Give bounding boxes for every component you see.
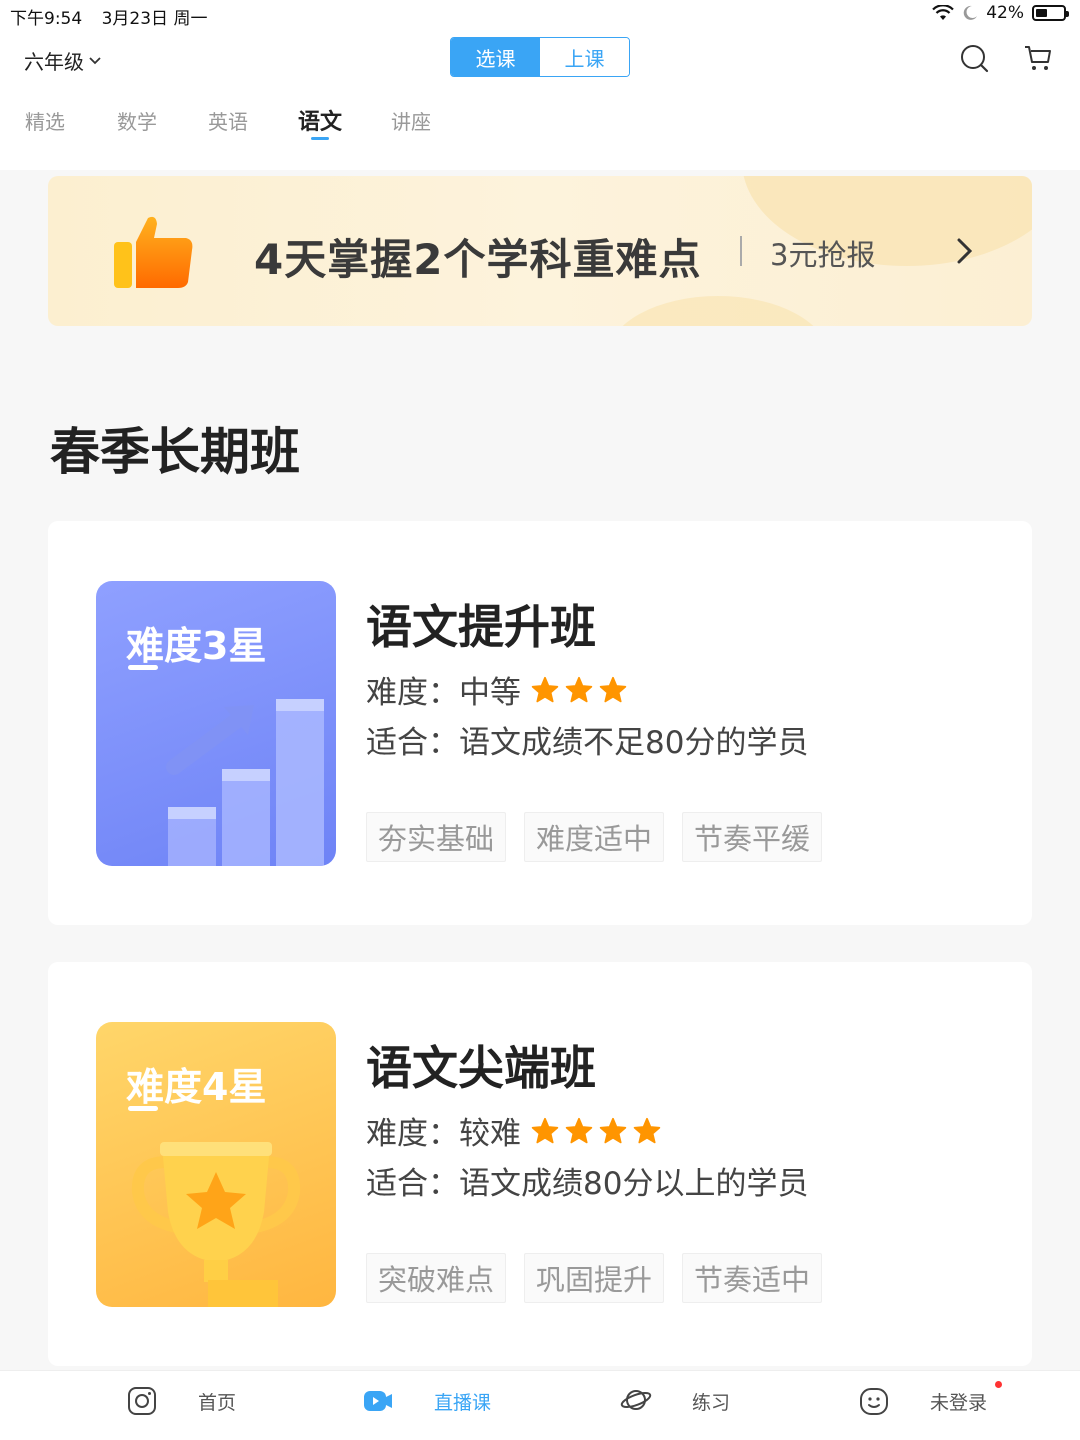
- banner-decoration: [608, 296, 828, 326]
- thumbnail-label: 难度4星: [126, 1065, 267, 1109]
- star-icon: [565, 676, 593, 702]
- notification-dot: [995, 1381, 1002, 1388]
- wifi-icon: [932, 5, 954, 20]
- battery-icon: [1032, 5, 1069, 21]
- course-tags: 突破难点 巩固提升 节奏适中: [366, 1253, 823, 1303]
- bottom-navigation: 首页 直播课 练习 未登录: [0, 1370, 1080, 1440]
- suitable-label: 适合：: [366, 1166, 459, 1202]
- course-tag: 难度适中: [524, 812, 665, 862]
- status-time: 下午9:54: [10, 9, 83, 29]
- star-icon: [531, 1117, 559, 1143]
- search-icon[interactable]: [958, 42, 990, 74]
- battery-fill: [1036, 9, 1047, 17]
- course-tag: 节奏平缓: [682, 812, 823, 862]
- tab-lectures[interactable]: 讲座: [391, 106, 431, 135]
- course-thumbnail: 难度3星: [96, 581, 336, 866]
- difficulty-label: 难度：: [366, 1116, 459, 1152]
- smiley-face-icon: [860, 1388, 888, 1415]
- difficulty-stars: [531, 676, 627, 704]
- planet-icon: [620, 1390, 652, 1410]
- difficulty-line: 难度： 中等: [366, 667, 627, 712]
- difficulty-label: 难度：: [366, 675, 459, 711]
- banner-price: 3元抢报: [770, 238, 876, 272]
- chevron-right-icon: [957, 238, 973, 264]
- nav-item-live-class[interactable]: 直播课: [362, 1385, 491, 1417]
- live-video-icon: [364, 1391, 392, 1411]
- active-tab-indicator: [311, 137, 329, 140]
- course-card[interactable]: 难度3星 语文提升班 难度： 中等 适合： 语文成绩不足80分的学员 夯实基础 …: [48, 521, 1032, 925]
- battery-percent: 42%: [986, 3, 1024, 23]
- course-tag: 突破难点: [366, 1253, 507, 1303]
- suitable-line: 适合： 语文成绩80分以上的学员: [366, 1158, 808, 1203]
- course-selection-page: 下午9:54 3月23日 周一 42% 六年级 选课 上课 精选 数学 英语 语…: [0, 0, 1080, 1440]
- nav-label: 练习: [692, 1391, 731, 1414]
- subject-tabs: 精选 数学 英语 语文 讲座: [0, 106, 1080, 146]
- star-icon: [599, 1117, 627, 1143]
- thumbnail-dash: [128, 1106, 158, 1111]
- course-thumbnail: 难度4星: [96, 1022, 336, 1307]
- star-icon: [565, 1117, 593, 1143]
- course-tag: 巩固提升: [524, 1253, 665, 1303]
- status-date: 3月23日 周一: [101, 9, 208, 29]
- course-tags: 夯实基础 难度适中 节奏平缓: [366, 812, 823, 862]
- chevron-down-icon: [89, 56, 101, 64]
- difficulty-value: 中等: [459, 675, 521, 711]
- banner-title: 4天掌握2个学科重难点: [254, 235, 702, 284]
- status-left: 下午9:54 3月23日 周一: [10, 4, 221, 29]
- suitable-value: 语文成绩80分以上的学员: [459, 1166, 809, 1202]
- thumbnail-dash: [128, 665, 158, 670]
- mode-segmented-control: 选课 上课: [450, 37, 630, 77]
- suitable-line: 适合： 语文成绩不足80分的学员: [366, 717, 808, 762]
- star-icon: [599, 676, 627, 702]
- star-icon: [531, 676, 559, 702]
- nav-item-practice[interactable]: 练习: [620, 1385, 730, 1417]
- difficulty-line: 难度： 较难: [366, 1108, 661, 1153]
- course-card[interactable]: 难度4星 语文尖端班 难度： 较难 适合： 语文成绩80分以上的学员 突破难点 …: [48, 962, 1032, 1366]
- thumbnail-label: 难度3星: [126, 624, 267, 668]
- segment-attend-class[interactable]: 上课: [540, 38, 629, 76]
- thumbs-up-icon: [114, 216, 193, 288]
- nav-item-account[interactable]: 未登录: [858, 1385, 987, 1417]
- header: 六年级 选课 上课 精选 数学 英语 语文 讲座: [0, 30, 1080, 170]
- course-title: 语文提升班: [366, 600, 596, 654]
- suitable-label: 适合：: [366, 725, 459, 761]
- nav-label: 直播课: [434, 1391, 492, 1414]
- status-bar: 下午9:54 3月23日 周一 42%: [0, 0, 1080, 30]
- nav-item-home[interactable]: 首页: [126, 1385, 236, 1417]
- tab-featured[interactable]: 精选: [25, 106, 65, 135]
- grade-selector[interactable]: 六年级: [24, 46, 102, 75]
- tab-english[interactable]: 英语: [208, 106, 248, 135]
- course-title: 语文尖端班: [366, 1041, 596, 1095]
- banner-divider: [740, 236, 742, 266]
- moon-icon: [963, 5, 978, 20]
- cart-icon[interactable]: [1022, 42, 1054, 74]
- suitable-value: 语文成绩不足80分的学员: [459, 725, 809, 761]
- course-tag: 夯实基础: [366, 812, 507, 862]
- course-tag: 节奏适中: [682, 1253, 823, 1303]
- grade-label: 六年级: [24, 50, 84, 74]
- tab-chinese[interactable]: 语文: [298, 104, 342, 136]
- star-icon: [633, 1117, 661, 1143]
- status-right: 42%: [932, 3, 1069, 23]
- segment-select-course[interactable]: 选课: [451, 38, 540, 76]
- nav-label: 首页: [198, 1391, 237, 1414]
- camera-frame-icon: [128, 1387, 156, 1415]
- promo-banner[interactable]: 4天掌握2个学科重难点 3元抢报: [48, 176, 1032, 326]
- tab-math[interactable]: 数学: [117, 106, 157, 135]
- section-title: 春季长期班: [50, 423, 300, 481]
- nav-label: 未登录: [930, 1391, 988, 1414]
- difficulty-value: 较难: [459, 1116, 521, 1152]
- difficulty-stars: [531, 1117, 661, 1145]
